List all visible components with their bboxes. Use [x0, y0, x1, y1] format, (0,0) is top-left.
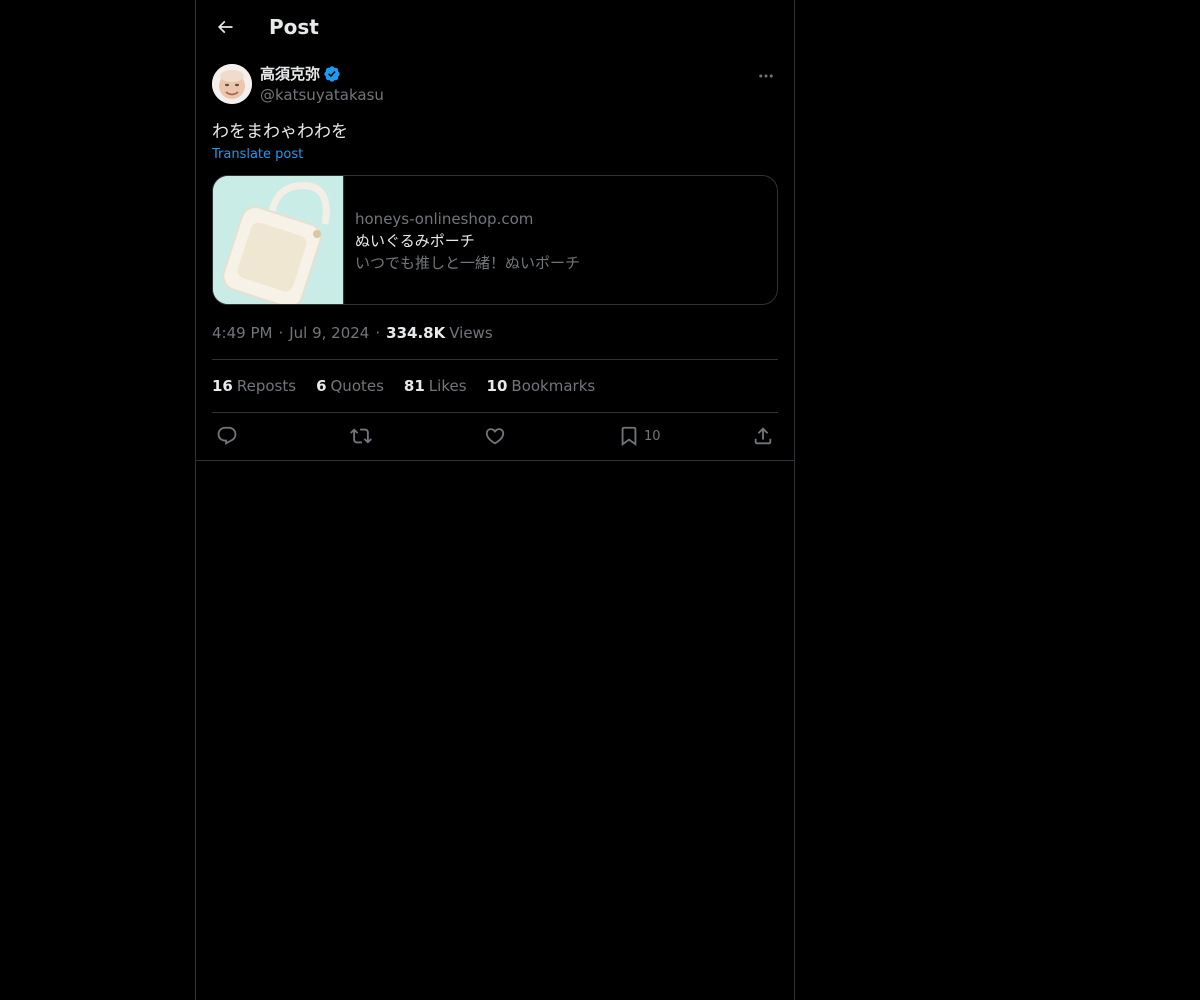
link-card-title: ぬいぐるみポーチ [355, 232, 475, 250]
views-label: Views [449, 324, 493, 342]
bookmarks-label: Bookmarks [511, 377, 596, 395]
link-card-domain: honeys-onlineshop.com [355, 210, 534, 228]
divider [212, 412, 778, 413]
link-card-image [213, 176, 344, 304]
quotes-label: Quotes [330, 377, 384, 395]
back-button[interactable] [208, 10, 242, 44]
primary-column: Post 高須克弥 @katsuyatakasu わをまわゃわわを Transl… [195, 0, 795, 1000]
reposts-count: 16 [212, 377, 233, 395]
likes-label: Likes [428, 377, 467, 395]
reposts-label: Reposts [236, 377, 297, 395]
share-button[interactable] [752, 424, 774, 448]
reply-icon [217, 426, 237, 445]
bookmarks-count: 10 [486, 377, 508, 395]
link-card-description: いつでも推しと一緒！ぬいポーチ [355, 254, 581, 272]
post-date[interactable]: Jul 9, 2024 [289, 323, 369, 343]
post-actions: 10 [212, 424, 778, 448]
bookmark-count: 10 [644, 428, 661, 444]
author-handle[interactable]: @katsuyatakasu [260, 85, 384, 105]
views-count: 334.8K [386, 324, 446, 342]
quotes-stat[interactable]: 6 Quotes [316, 376, 384, 396]
bookmark-button[interactable]: 10 [618, 424, 661, 448]
meta-separator: · [278, 324, 284, 342]
heart-icon [485, 428, 505, 445]
link-card[interactable]: honeys-onlineshop.com ぬいぐるみポーチ いつでも推しと一緒… [212, 175, 778, 305]
post-time[interactable]: 4:49 PM [212, 323, 272, 343]
post-bottom-divider [196, 460, 794, 461]
pouch-image [213, 176, 343, 304]
link-card-text: honeys-onlineshop.com ぬいぐるみポーチ いつでも推しと一緒… [355, 208, 580, 274]
repost-button[interactable] [350, 424, 372, 448]
bookmarks-stat[interactable]: 10 Bookmarks [487, 376, 596, 396]
post-stats: 16 Reposts 6 Quotes 81 Likes 10 Bookmarks [212, 376, 615, 396]
share-icon [754, 427, 772, 445]
likes-count: 81 [403, 377, 425, 395]
post-meta: 4:49 PM · Jul 9, 2024 · 334.8K Views [212, 323, 493, 343]
more-options-button[interactable] [754, 66, 778, 86]
verified-badge-icon [324, 66, 340, 82]
quotes-count: 6 [316, 377, 327, 395]
like-button[interactable] [484, 424, 506, 448]
post-text: わをまわゃわわを [212, 122, 348, 142]
repost-icon [350, 428, 372, 444]
page-title: Post [269, 15, 319, 39]
reply-button[interactable] [216, 424, 238, 448]
author-name[interactable]: 高須克弥 [260, 64, 341, 84]
avatar-image [212, 64, 252, 104]
post-header: Post [196, 0, 794, 54]
translate-post-link[interactable]: Translate post [212, 146, 303, 164]
reposts-stat[interactable]: 16 Reposts [212, 376, 296, 396]
divider [212, 359, 778, 360]
arrow-left-icon [217, 20, 233, 34]
meta-separator: · [375, 324, 381, 342]
avatar[interactable] [212, 64, 252, 104]
author-name-text: 高須克弥 [260, 65, 321, 83]
bookmark-icon [621, 426, 637, 447]
more-horizontal-icon [759, 74, 773, 78]
likes-stat[interactable]: 81 Likes [404, 376, 467, 396]
